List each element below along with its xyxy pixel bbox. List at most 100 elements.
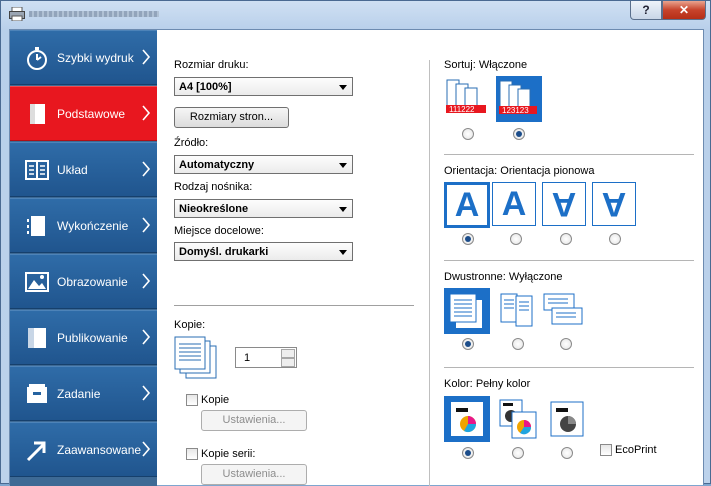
chevron-right-icon: [142, 49, 151, 65]
duplex-short-edge-option[interactable]: [540, 288, 586, 334]
rotated-landscape-glyph: A: [601, 185, 627, 224]
color-full-option[interactable]: [444, 396, 490, 442]
orientation-landscape-radio[interactable]: [510, 233, 522, 245]
orientation-rotated-landscape-radio[interactable]: [609, 233, 621, 245]
orientation-rotated-portrait-radio[interactable]: [560, 233, 572, 245]
orientation-landscape-option[interactable]: A: [492, 182, 536, 226]
series-settings-button[interactable]: Ustawienia...: [201, 464, 307, 485]
orientation-portrait-option[interactable]: A: [444, 182, 490, 228]
source-label: Źródło:: [174, 137, 209, 149]
ecoprint-label: EcoPrint: [615, 444, 657, 456]
basic-settings-panel: Rozmiar druku: A4 [100%] Rozmiary stron.…: [157, 30, 422, 486]
layout-icon: [25, 160, 49, 180]
series-copies-label: Kopie serii:: [201, 448, 256, 460]
print-size-select[interactable]: A4 [100%]: [174, 77, 353, 96]
chevron-right-icon: [142, 273, 151, 289]
copies-settings-button[interactable]: Ustawienia...: [201, 410, 307, 431]
sidebar-nav: Szybki wydruk Podstawowe Układ Wykończen…: [10, 30, 157, 486]
duplex-short-edge-radio[interactable]: [560, 338, 572, 350]
sidebar-item-label: Wykończenie: [57, 219, 129, 233]
color-auto-option[interactable]: [496, 396, 542, 442]
printer-icon: [9, 7, 25, 21]
single-sided-icon: [449, 293, 482, 328]
options-panel: Sortuj: Włączone 111222 123123 Orientacj…: [422, 30, 705, 486]
collate-on-option[interactable]: 123123: [496, 76, 542, 122]
copies-value: 1: [244, 352, 251, 364]
sidebar-item-basic[interactable]: Podstawowe: [10, 86, 157, 141]
orientation-label: Orientacja:: [444, 165, 498, 177]
divider: [174, 305, 414, 306]
chevron-right-icon: [142, 441, 151, 457]
source-select[interactable]: Automatyczny: [174, 155, 353, 174]
rotated-portrait-glyph: A: [551, 185, 577, 224]
orientation-value: Orientacja pionowa: [500, 165, 595, 177]
binder-icon: [27, 216, 45, 236]
copies-checkbox-label: Kopie: [201, 394, 230, 406]
duplex-heading: Dwustronne: Wyłączone: [444, 271, 563, 283]
chevron-right-icon: [142, 329, 151, 345]
collate-label: Sortuj:: [444, 59, 476, 71]
duplex-long-edge-icon: [500, 293, 533, 327]
book-icon: [28, 328, 46, 348]
sidebar-item-imaging[interactable]: Obrazowanie: [10, 254, 157, 309]
duplex-off-option[interactable]: [444, 288, 490, 334]
series-copies-checkbox[interactable]: [186, 448, 198, 460]
page-sizes-button[interactable]: Rozmiary stron...: [174, 107, 289, 128]
copies-stack-icon: [174, 336, 217, 379]
collated-label: 123123: [502, 106, 529, 115]
color-auto-radio[interactable]: [512, 447, 524, 459]
copies-stepper[interactable]: 1: [235, 347, 297, 368]
orientation-rotated-landscape-option[interactable]: A: [592, 182, 636, 226]
sidebar-item-finishing[interactable]: Wykończenie: [10, 198, 157, 253]
help-button[interactable]: ?: [630, 1, 662, 20]
copies-label: Kopie:: [174, 319, 206, 331]
collate-off-option[interactable]: 111222: [444, 76, 490, 122]
sidebar-item-label: Obrazowanie: [57, 275, 128, 289]
uncollated-label: 111222: [449, 105, 475, 114]
chevron-right-icon: [142, 217, 151, 233]
chevron-right-icon: [142, 105, 151, 121]
portrait-glyph: A: [447, 185, 487, 225]
duplex-short-edge-icon: [543, 293, 583, 325]
color-black-white-radio[interactable]: [561, 447, 573, 459]
sidebar-item-label: Podstawowe: [57, 107, 126, 121]
close-button[interactable]: ✕: [662, 1, 706, 20]
color-full-radio[interactable]: [462, 447, 474, 459]
collate-value: Włączone: [478, 59, 528, 71]
orientation-heading: Orientacja: Orientacja pionowa: [444, 165, 594, 177]
sidebar-item-quick-print[interactable]: Szybki wydruk: [10, 30, 157, 85]
duplex-long-edge-radio[interactable]: [512, 338, 524, 350]
sidebar-item-layout[interactable]: Układ: [10, 142, 157, 197]
sidebar-item-advanced[interactable]: Zaawansowane: [10, 422, 157, 477]
printer-preferences-window: ? ✕ Szybki wydruk Podstawowe Układ Wykoń…: [0, 0, 711, 486]
arrow-icon: [26, 441, 46, 462]
page-icon: [30, 104, 45, 124]
destination-select[interactable]: Domyśl. drukarki: [174, 242, 353, 261]
sidebar-item-job[interactable]: Zadanie: [10, 366, 157, 421]
destination-label: Miejsce docelowe:: [174, 225, 264, 237]
ecoprint-checkbox[interactable]: [600, 444, 612, 456]
collate-off-radio[interactable]: [462, 128, 474, 140]
window-title: [29, 11, 159, 17]
copies-checkbox[interactable]: [186, 394, 198, 406]
color-heading: Kolor: Pełny kolor: [444, 378, 530, 390]
color-black-white-option[interactable]: [544, 396, 590, 442]
decrement-button[interactable]: [281, 358, 295, 367]
media-type-select[interactable]: Nieokreślone: [174, 199, 353, 218]
job-icon: [27, 384, 47, 403]
full-color-icon: [451, 402, 483, 436]
orientation-rotated-portrait-option[interactable]: A: [542, 182, 586, 226]
sidebar-item-label: Zaawansowane: [57, 443, 142, 457]
increment-button[interactable]: [281, 349, 295, 358]
duplex-long-edge-option[interactable]: [494, 288, 540, 334]
image-icon: [25, 272, 49, 292]
auto-color-icon: [499, 399, 537, 439]
sidebar-item-publishing[interactable]: Publikowanie: [10, 310, 157, 365]
chevron-right-icon: [142, 161, 151, 177]
orientation-portrait-radio[interactable]: [462, 233, 474, 245]
collate-on-radio[interactable]: [513, 128, 525, 140]
media-type-label: Rodzaj nośnika:: [174, 181, 253, 193]
stopwatch-icon: [27, 47, 47, 70]
section-divider: [444, 367, 694, 368]
duplex-off-radio[interactable]: [462, 338, 474, 350]
